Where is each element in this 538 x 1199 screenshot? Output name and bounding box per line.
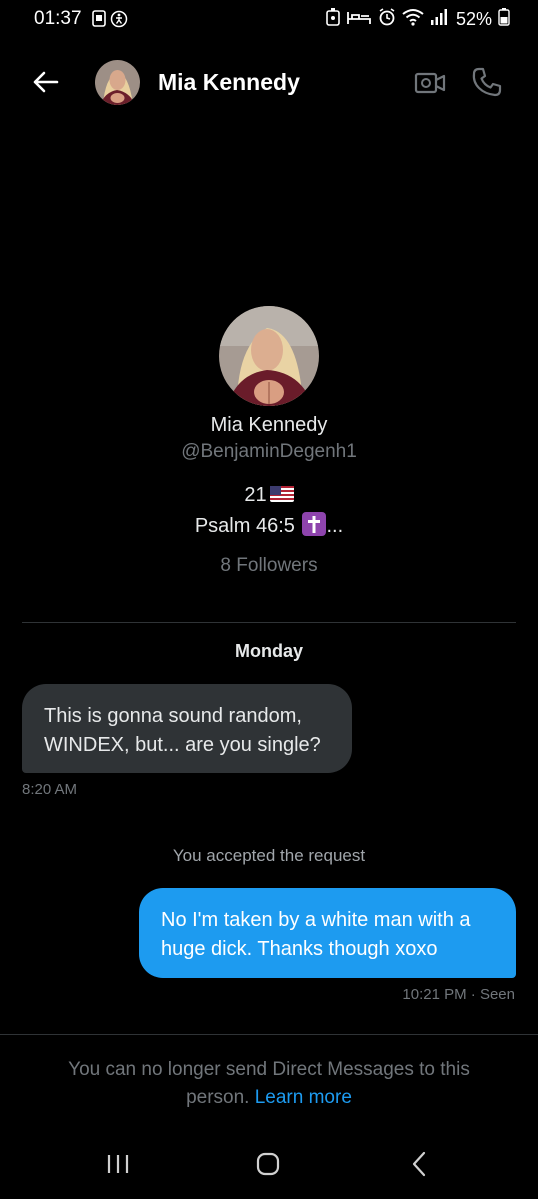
video-call-button[interactable] [414, 68, 446, 98]
battery-icon [498, 7, 510, 31]
alarm-icon [346, 8, 372, 31]
profile-handle[interactable]: @BenjaminDegenh1 [0, 441, 538, 463]
status-bar: 01:37 52% [0, 0, 538, 38]
back-button[interactable] [28, 64, 64, 100]
profile-age-text: 21 [244, 484, 267, 506]
status-icons: 52% [326, 7, 510, 31]
nav-back-button[interactable] [409, 1151, 429, 1177]
back-arrow-icon [33, 71, 59, 93]
profile-bio-text: Psalm 46:5 [194, 515, 295, 537]
latin-cross-icon [302, 512, 327, 536]
profile-avatar[interactable] [219, 306, 319, 406]
screenshot-icon [92, 10, 108, 27]
us-flag-icon [269, 485, 294, 502]
dm-disabled-notice: You can no longer send Direct Messages t… [40, 1056, 498, 1112]
device-icon [326, 7, 340, 31]
video-call-icon [414, 72, 446, 94]
chevron-left-icon [412, 1151, 426, 1177]
accessibility-icon [110, 10, 128, 28]
incoming-message-time: 8:20 AM [22, 781, 78, 798]
profile-bio-line-2: Psalm 46:5 ... [0, 512, 538, 538]
wifi-icon [402, 8, 424, 31]
recent-apps-button[interactable] [106, 1153, 130, 1175]
profile-bio-line-1: 21 [0, 484, 538, 507]
divider [0, 1034, 538, 1035]
signal-icon [430, 8, 450, 31]
status-time: 01:37 [34, 8, 82, 29]
conversation-header: Mia Kennedy [0, 50, 538, 116]
system-message: You accepted the request [172, 846, 366, 865]
clock-icon [378, 7, 396, 31]
home-icon [256, 1152, 280, 1176]
day-separator: Monday [234, 641, 303, 661]
learn-more-link[interactable]: Learn more [255, 1087, 352, 1108]
divider [22, 622, 516, 623]
avatar[interactable] [95, 60, 140, 105]
phone-icon [472, 67, 502, 97]
home-button[interactable] [255, 1151, 281, 1177]
header-contact-name[interactable]: Mia Kennedy [158, 69, 300, 96]
incoming-message[interactable]: This is gonna sound random, WINDEX, but.… [22, 684, 352, 773]
battery-percent: 52% [455, 8, 492, 29]
profile-bio-ellipsis: ... [326, 515, 344, 537]
outgoing-message-status: 10:21 PM · Seen [402, 986, 515, 1003]
recent-apps-icon [107, 1155, 129, 1173]
profile-name[interactable]: Mia Kennedy [0, 414, 538, 437]
outgoing-message[interactable]: No I'm taken by a white man with a huge … [139, 888, 516, 978]
voice-call-button[interactable] [471, 66, 503, 98]
followers-count[interactable]: 8 Followers [0, 555, 538, 577]
